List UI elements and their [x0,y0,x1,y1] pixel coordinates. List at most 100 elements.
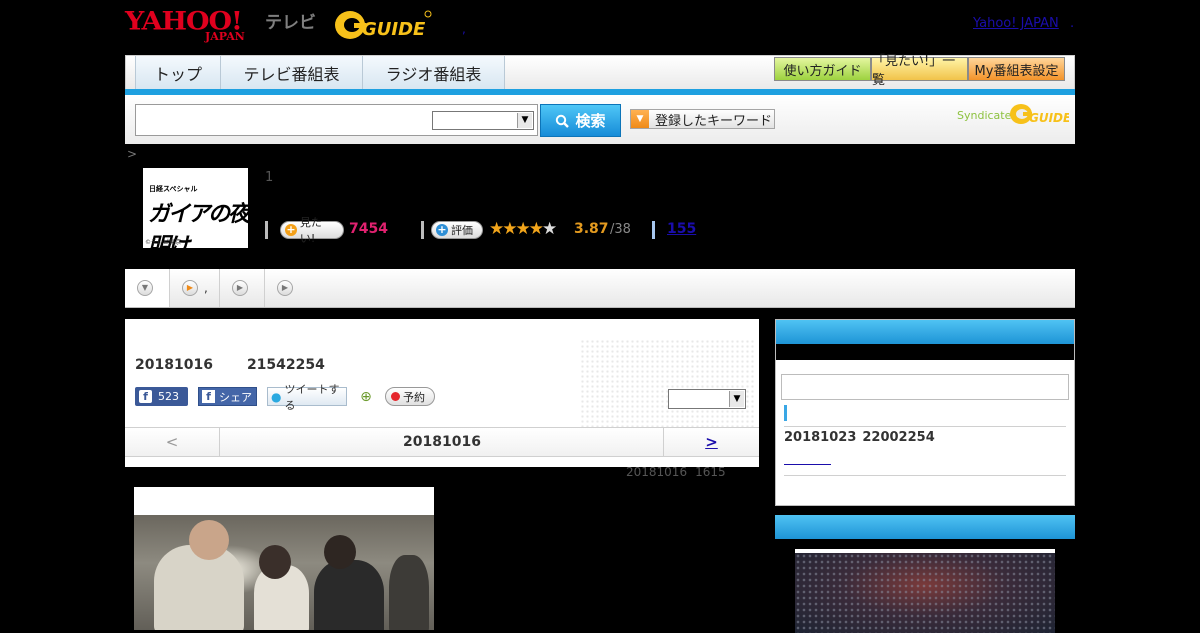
nav-tab-top[interactable]: トップ [135,56,221,90]
tab-episode[interactable]: ▶ , [170,269,220,307]
tv-label: テレビ [265,13,316,33]
yahoo-japan-logo[interactable]: YAHOO! JAPAN [125,6,265,43]
svg-text:GUIDE: GUIDE [362,19,426,40]
last-updated: 20181016 1615 [626,465,726,479]
guide-button[interactable]: 使い方ガイド [774,57,871,81]
star-filled-icon: ★★★★ [489,219,544,239]
saved-keywords-button[interactable]: ▼ 登録したキーワード [630,109,775,129]
rating-stars: ★★★★★ [489,219,557,239]
sidebar-header [776,320,1074,344]
breadcrumb: > [127,147,138,161]
twitter-bird-icon: ● [271,389,282,404]
facebook-icon: f [139,390,152,403]
want-list-button[interactable]: 「見たい!」一覧 [871,54,968,88]
next-broadcast-datetime: 20181023 22002254 [784,430,935,445]
gguide-logo[interactable]: GUIDE [334,8,432,42]
my-schedule-settings-button[interactable]: My番組表設定 [968,57,1065,81]
rating-count: /38 [610,222,631,237]
pager-next-link[interactable]: > [663,428,759,456]
next-broadcast-link[interactable] [784,451,831,465]
section-marker [784,405,787,421]
tweet-label: ツイートする [284,382,340,412]
rating-value: 3.87 [574,221,609,237]
saved-keywords-label: 登録したキーワード [655,113,773,129]
program-thumbnail: 日経スペシャル ガイアの夜明け ©テレビ東京 [143,168,250,259]
next-broadcast-time: 22002254 [862,430,935,445]
tweet-button[interactable]: ● ツイートする [267,383,347,412]
yahoo-japan-link[interactable]: Yahoo! JAPAN [973,16,1059,31]
yahoo-logo-sub: JAPAN [205,30,245,43]
header-link-dot: . [1070,16,1075,31]
want-count: 7454 [349,221,388,237]
record-icon [391,392,400,401]
play-icon: ▶ [182,280,198,296]
rate-label: 評価 [451,224,473,237]
broadcast-select[interactable]: ▼ [668,389,746,409]
tab-reviews[interactable]: ▶ [220,269,265,307]
star-empty-icon: ★ [541,219,557,239]
search-button-label: 検索 [575,112,606,130]
divider [784,426,1066,427]
program-series-label: 日経スペシャル [149,185,198,193]
divider [784,475,1066,476]
gguide-small-logo: GUIDE [1010,104,1069,125]
dot-pattern-decoration [580,339,755,434]
nav-tab-radio-listings[interactable]: ラジオ番組表 [363,56,505,90]
gguide-logo-icon: GUIDE [335,10,432,40]
global-nav: トップ テレビ番組表 ラジオ番組表 使い方ガイド 「見たい!」一覧 My番組表設… [125,54,1075,91]
episode-photo [134,487,434,630]
tab-related[interactable]: ▶ [265,269,310,307]
updated-time: 1615 [695,465,726,479]
facebook-share-label: シェア [219,390,252,404]
pager-prev-button[interactable]: < [125,428,220,456]
reserve-button[interactable]: 予約 [385,387,435,406]
plus-icon: + [285,223,297,236]
svg-text:GUIDE: GUIDE [1029,111,1069,125]
pager-current-date: 20181016 [403,434,481,450]
related-banner-image[interactable] [795,549,1055,633]
program-copyright: ©テレビ東京 [145,239,182,246]
search-icon [556,114,570,128]
next-broadcast-date: 20181023 [784,430,857,445]
updated-date: 20181016 [626,465,688,479]
plus-icon: + [436,223,448,236]
chevron-down-icon: ▼ [517,113,532,128]
rate-button[interactable]: + 評価 [431,221,483,239]
dropdown-triangle-icon: ▼ [631,110,649,128]
facebook-icon: f [202,390,215,403]
photo-scene [134,515,434,630]
nav-tab-tv-listings[interactable]: テレビ番組表 [221,56,363,90]
program-logo-title: ガイアの夜明け [148,201,250,259]
search-area: ▼ 検索 ▼ 登録したキーワード Syndicated GUIDE [125,95,1075,144]
program-tab-bar: ▼ ▶ , ▶ ▶ [125,269,1075,308]
divider [652,221,655,239]
review-count-link[interactable]: 155 [667,221,696,237]
want-button[interactable]: + 見たい! [280,216,344,245]
play-icon: ▶ [232,280,248,296]
play-icon: ▶ [277,280,293,296]
facebook-share-button[interactable]: f シェア [198,387,257,406]
facebook-like-button[interactable]: f 523 [135,387,188,406]
tab-overview[interactable]: ▼ [125,269,170,307]
chevron-down-icon: ▼ [729,391,744,407]
related-header [775,515,1075,539]
facebook-like-count: 523 [158,390,179,403]
want-label: 見たい! [299,216,322,245]
search-button[interactable]: 検索 [540,104,621,137]
date-pager: < 20181016 > [125,427,759,457]
broadcast-time: 21542254 [246,357,325,373]
sidebar-input[interactable] [781,374,1069,400]
sidebar-subheader [776,344,1074,360]
episode-number: 1 [265,170,274,185]
broadcast-date: 20181016 [135,357,213,373]
divider [265,221,268,239]
search-category-select[interactable]: ▼ [432,111,534,130]
bookmark-add-icon[interactable]: ⊕ [357,387,375,406]
broadcast-panel: 20181016 21542254 f 523 f シェア ● ツイートする ⊕ … [125,319,759,467]
tab-label: , [204,281,208,295]
chevron-down-icon: ▼ [137,280,153,296]
related-box [775,515,1075,633]
reserve-label: 予約 [403,390,425,404]
header-dot: , [462,22,466,36]
next-broadcast-box: 20181023 22002254 [775,319,1075,506]
